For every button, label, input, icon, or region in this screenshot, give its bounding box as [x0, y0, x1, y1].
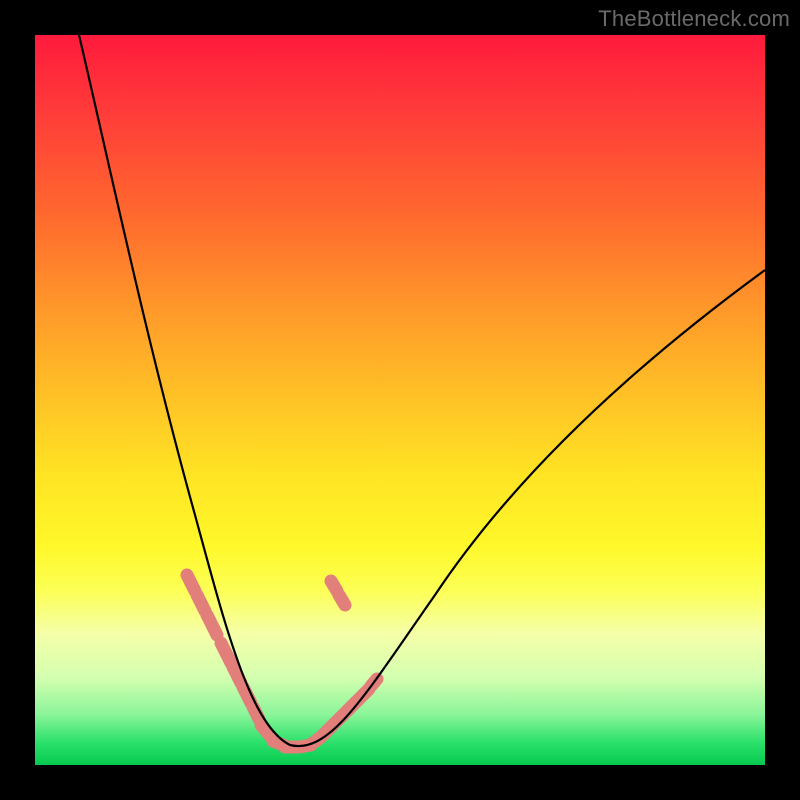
- chart-frame: TheBottleneck.com: [0, 0, 800, 800]
- curve-layer: [35, 35, 765, 765]
- plot-area: [35, 35, 765, 765]
- watermark-text: TheBottleneck.com: [598, 6, 790, 32]
- marker-group: [187, 575, 377, 747]
- bottleneck-curve: [79, 35, 765, 746]
